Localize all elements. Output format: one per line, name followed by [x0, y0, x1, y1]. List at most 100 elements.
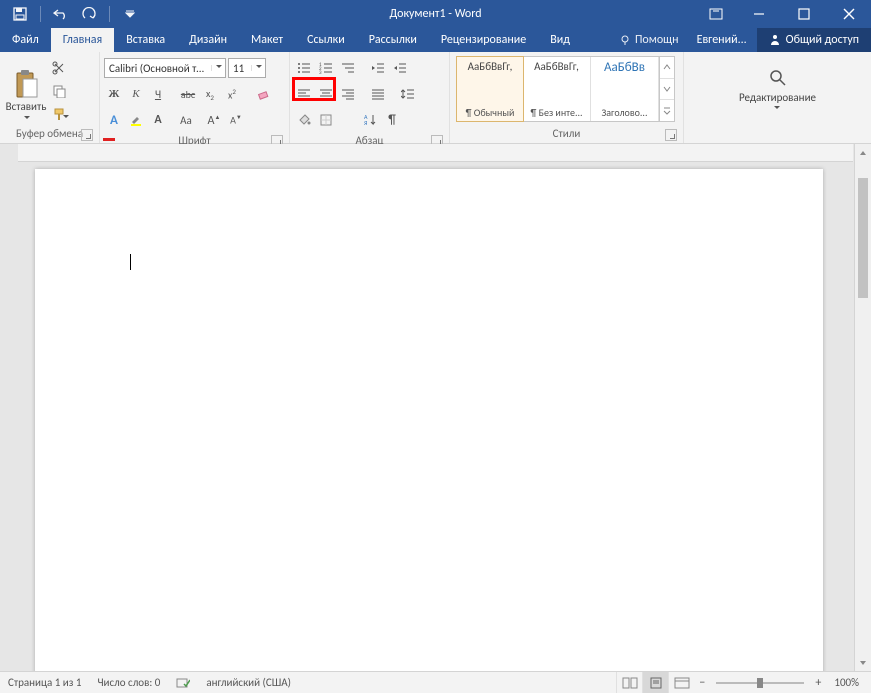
scrollbar-thumb[interactable]: [858, 178, 868, 298]
tab-layout[interactable]: Макет: [239, 28, 295, 52]
align-left-button[interactable]: [294, 84, 314, 104]
tab-review[interactable]: Рецензирование: [429, 28, 538, 52]
tab-design[interactable]: Дизайн: [177, 28, 239, 52]
show-marks-button[interactable]: ¶: [382, 110, 402, 130]
maximize-button[interactable]: [781, 0, 826, 28]
save-icon[interactable]: [10, 4, 30, 24]
tab-home[interactable]: Главная: [51, 28, 114, 52]
align-center-icon: [319, 88, 333, 100]
zoom-level[interactable]: 100%: [826, 672, 871, 693]
text-effects-button[interactable]: A: [104, 110, 124, 130]
scroll-up-button[interactable]: [855, 144, 871, 161]
zoom-slider[interactable]: [710, 682, 810, 684]
web-layout-button[interactable]: [668, 672, 694, 693]
font-name-combo[interactable]: Calibri (Основной текст): [104, 58, 226, 78]
font-color-button[interactable]: A: [148, 110, 168, 130]
style-no-spacing[interactable]: АаБбВвГг, ¶ Без инте...: [523, 57, 591, 121]
window-title: Документ1 - Word: [389, 7, 481, 21]
strikethrough-button[interactable]: abc: [178, 84, 198, 104]
status-page[interactable]: Страница 1 из 1: [0, 672, 89, 693]
paste-button[interactable]: Вставить: [4, 54, 48, 125]
tab-mailings[interactable]: Рассылки: [357, 28, 429, 52]
undo-icon[interactable]: [51, 4, 71, 24]
clipboard-icon: [13, 69, 39, 99]
editing-label: Редактирование: [739, 91, 816, 112]
style-normal[interactable]: АаБбВвГг, ¶ Обычный: [456, 56, 524, 122]
clear-formatting-button[interactable]: [254, 84, 274, 104]
increase-indent-button[interactable]: [390, 58, 410, 78]
shrink-font-button[interactable]: A▼: [226, 110, 246, 130]
status-words[interactable]: Число слов: 0: [89, 672, 168, 693]
format-painter-button[interactable]: [48, 103, 70, 125]
vertical-scrollbar[interactable]: [854, 144, 871, 671]
style-preview: АаБбВв: [604, 60, 645, 75]
font-name-value: Calibri (Основной текст): [105, 62, 211, 75]
zoom-in-button[interactable]: +: [810, 676, 826, 690]
paste-label: Вставить: [4, 101, 48, 125]
gallery-down-button[interactable]: [660, 79, 674, 101]
read-mode-button[interactable]: [616, 672, 642, 693]
grow-font-button[interactable]: A▲: [204, 110, 224, 130]
borders-button[interactable]: [316, 110, 336, 130]
change-case-button[interactable]: Aa: [176, 110, 196, 130]
group-styles: АаБбВвГг, ¶ Обычный АаБбВвГг, ¶ Без инте…: [450, 52, 684, 143]
editing-button[interactable]: Редактирование: [728, 68, 828, 112]
font-size-combo[interactable]: 11: [228, 58, 266, 78]
superscript-button[interactable]: x2: [222, 84, 242, 104]
cut-button[interactable]: [48, 57, 70, 79]
zoom-out-button[interactable]: −: [694, 676, 710, 690]
bold-button[interactable]: Ж: [104, 84, 124, 104]
horizontal-ruler[interactable]: [18, 144, 853, 162]
tab-references[interactable]: Ссылки: [295, 28, 357, 52]
tab-view[interactable]: Вид: [538, 28, 582, 52]
ribbon-tabs: Файл Главная Вставка Дизайн Макет Ссылки…: [0, 28, 871, 52]
subscript-button[interactable]: x2: [200, 84, 220, 104]
spellcheck-icon: [176, 676, 190, 690]
multilevel-list-button[interactable]: [338, 58, 358, 78]
lightbulb-icon: [619, 34, 631, 46]
style-name: ¶ Без инте...: [525, 106, 588, 119]
shading-button[interactable]: [294, 110, 314, 130]
outdent-icon: [371, 62, 385, 74]
gallery-more-button[interactable]: [660, 100, 674, 121]
sort-button[interactable]: AЯ: [360, 110, 380, 130]
share-label: Общий доступ: [786, 33, 859, 47]
qat-customize-icon[interactable]: [120, 4, 140, 24]
tab-file[interactable]: Файл: [0, 28, 51, 52]
status-bar: Страница 1 из 1 Число слов: 0 английский…: [0, 671, 871, 693]
page[interactable]: [35, 169, 823, 671]
share-button[interactable]: Общий доступ: [757, 28, 871, 52]
gallery-up-button[interactable]: [660, 57, 674, 79]
decrease-indent-button[interactable]: [368, 58, 388, 78]
justify-button[interactable]: [368, 84, 388, 104]
paint-bucket-icon: [297, 113, 311, 127]
minimize-button[interactable]: [736, 0, 781, 28]
close-button[interactable]: [826, 0, 871, 28]
styles-launcher[interactable]: [665, 129, 677, 141]
numbering-icon: 123: [319, 62, 333, 74]
line-spacing-button[interactable]: [398, 84, 418, 104]
highlight-button[interactable]: [126, 110, 146, 130]
border-icon: [319, 113, 333, 127]
scroll-down-button[interactable]: [855, 654, 871, 671]
scissors-icon: [52, 61, 66, 75]
style-heading1[interactable]: АаБбВв Заголово...: [591, 57, 659, 121]
group-clipboard: Вставить Буфер обмена: [0, 52, 100, 143]
underline-button[interactable]: Ч: [148, 84, 168, 104]
tell-me-search[interactable]: Помощн: [611, 33, 687, 47]
tab-insert[interactable]: Вставка: [114, 28, 177, 52]
status-spellcheck[interactable]: [168, 672, 198, 693]
account-user[interactable]: Евгений...: [687, 33, 757, 47]
clipboard-launcher[interactable]: [81, 129, 93, 141]
redo-icon[interactable]: [79, 4, 99, 24]
status-language[interactable]: английский (США): [198, 672, 299, 693]
align-center-button[interactable]: [316, 84, 336, 104]
align-right-button[interactable]: [338, 84, 358, 104]
style-preview: АаБбВвГг,: [468, 60, 513, 73]
numbering-button[interactable]: 123: [316, 58, 336, 78]
ribbon-display-icon[interactable]: [696, 0, 736, 28]
bullets-button[interactable]: [294, 58, 314, 78]
italic-button[interactable]: К: [126, 84, 146, 104]
print-layout-button[interactable]: [642, 672, 668, 693]
copy-button[interactable]: [48, 80, 70, 102]
